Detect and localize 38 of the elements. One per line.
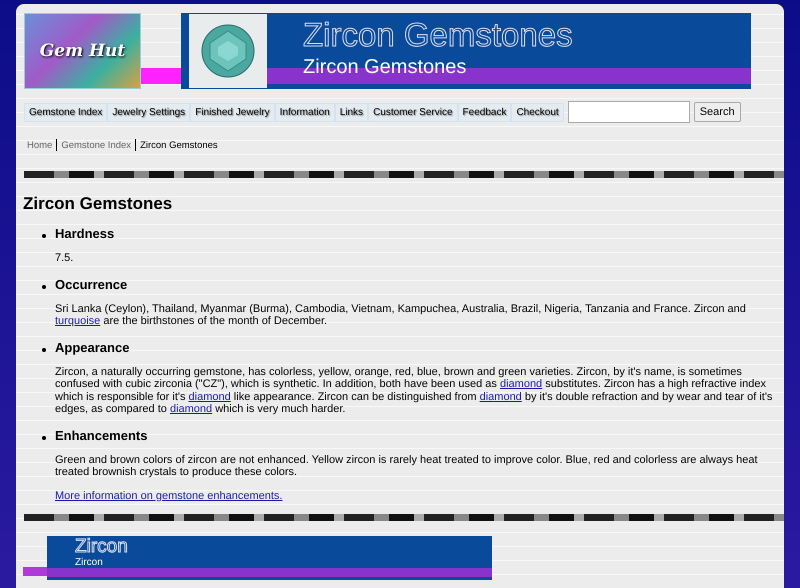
paragraph: 7.5.	[55, 252, 74, 264]
nav-link[interactable]: Feedback	[458, 102, 512, 122]
breadcrumb-current: Zircon Gemstones	[140, 140, 218, 150]
bullet-icon	[42, 348, 46, 352]
section-heading: Appearance	[55, 340, 130, 354]
logo[interactable]: Gem Hut	[24, 13, 141, 89]
paragraph: Zircon, a naturally occurring gemstone, has colorless, yellow, orange, red, blue, brown and green varieties. Zircon, by it's name, is sometimes confused with cubic zirconia ("CZ"), which is synthetic. In addition, both have been used as diamond substitutes. Zircon has a high refractive index which is responsible for it's diamond like appearance. Zircon can be distinguished from diamond by it's double refraction and by wear and tear of it's edges, as compared to diamond which is very much harder.	[55, 366, 774, 416]
nav-link[interactable]: Checkout	[511, 102, 564, 122]
link[interactable]: diamond	[170, 403, 212, 415]
nav-link[interactable]: Customer Service	[368, 102, 458, 122]
page-heading: Zircon Gemstones	[23, 194, 174, 214]
nav-link[interactable]: Jewelry Settings	[107, 102, 190, 122]
link[interactable]: diamond	[480, 390, 522, 402]
search-button[interactable]: Search	[694, 102, 741, 122]
section-heading: Hardness	[55, 226, 116, 241]
paragraph: Sri Lanka (Ceylon), Thailand, Myanmar (Burma), Cambodia, Vietnam, Kampuchea, Australia, Brazil, Nigeria, Tanzania and France. Zircon and turquoise are the birthstones of the month of December.	[55, 302, 747, 328]
nav-link[interactable]: Gemstone Index	[24, 102, 108, 122]
banner-title-outline: Zircon	[75, 537, 128, 557]
paragraph: Green and brown colors of zircon are not enhanced. Yellow zircon is rarely heat treated to improve color. Blue, red and colorless are always heat treated brownish crystals to produce these colors.	[55, 454, 759, 478]
section-heading: Enhancements	[55, 428, 148, 442]
section-heading: Occurrence	[55, 276, 128, 292]
link[interactable]: More information on gemstone enhancements.	[55, 490, 282, 502]
banner-title-outline: Zircon Gemstones	[303, 17, 573, 53]
nav-link[interactable]: Information	[274, 102, 335, 122]
link[interactable]: diamond	[188, 390, 231, 402]
banner-title: Zircon Gemstones	[303, 55, 466, 79]
breadcrumb-link[interactable]: Home	[27, 140, 52, 150]
bullet-icon	[42, 234, 46, 238]
accent-stripe	[141, 68, 181, 84]
link[interactable]: turquoise	[55, 315, 100, 327]
banner-title: Zircon	[75, 557, 103, 568]
bullet-icon	[42, 284, 46, 288]
nav-link[interactable]: Finished Jewelry	[190, 102, 275, 122]
link[interactable]: diamond	[500, 378, 542, 390]
nav-link[interactable]: Links	[334, 102, 368, 122]
bullet-icon	[42, 436, 46, 440]
search-field[interactable]	[568, 101, 690, 123]
breadcrumb-link[interactable]: Gemstone Index	[61, 140, 132, 150]
